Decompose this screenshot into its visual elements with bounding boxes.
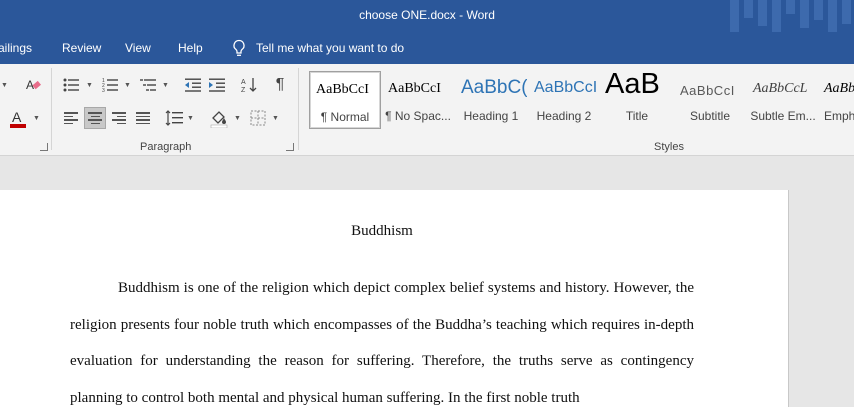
borders-icon[interactable] (248, 108, 268, 128)
svg-text:3: 3 (102, 88, 105, 92)
style-subtitle[interactable]: AaBbCcI Subtitle (674, 71, 746, 129)
chevron-down-icon[interactable]: ▼ (33, 115, 40, 122)
align-center-icon[interactable] (84, 107, 106, 129)
show-formatting-marks-icon[interactable]: ¶ (271, 76, 289, 94)
paragraph-dialog-launcher-icon[interactable] (286, 143, 294, 151)
style-subtle-emphasis[interactable]: AaBbCcL Subtle Em... (747, 71, 819, 129)
tab-mailings[interactable]: ailings (0, 41, 32, 55)
tab-help[interactable]: Help (178, 41, 203, 55)
chevron-down-icon[interactable]: ▼ (162, 82, 169, 89)
title-bar: choose ONE.docx - Word (0, 0, 854, 32)
styles-group-label: Styles (654, 141, 684, 153)
chevron-down-icon[interactable]: ▼ (86, 82, 93, 89)
decrease-indent-icon[interactable] (184, 77, 202, 93)
style-normal[interactable]: AaBbCcI ¶ Normal (309, 71, 381, 129)
style-no-spacing[interactable]: AaBbCcI ¶ No Spac... (382, 71, 454, 129)
document-heading: Buddhism (351, 223, 413, 239)
shading-icon[interactable] (208, 107, 230, 129)
ribbon: ▼ A A ▼ ▼ 123 ▼ ▼ AZ ¶ ▼ ▼ ▼ Paragraph A… (0, 64, 854, 156)
chevron-down-icon[interactable]: ▼ (234, 115, 241, 122)
document-page[interactable]: Buddhism Buddhism is one of the religion… (0, 190, 789, 407)
tell-me-search[interactable]: Tell me what you want to do (231, 39, 404, 57)
tab-view[interactable]: View (125, 41, 151, 55)
chevron-down-icon[interactable]: ▼ (1, 82, 8, 89)
document-area: Buddhism Buddhism is one of the religion… (0, 157, 854, 407)
title-bar-pattern (724, 0, 854, 32)
svg-text:Z: Z (241, 87, 246, 93)
style-heading-1[interactable]: AaBbC( Heading 1 (455, 71, 527, 129)
paragraph-group-label: Paragraph (140, 141, 192, 153)
increase-indent-icon[interactable] (208, 77, 226, 93)
justify-icon[interactable] (133, 108, 153, 128)
lightbulb-icon (233, 39, 245, 56)
align-right-icon[interactable] (109, 108, 129, 128)
svg-text:A: A (12, 109, 22, 125)
tab-review[interactable]: Review (62, 41, 101, 55)
clear-formatting-icon[interactable]: A (24, 76, 42, 94)
align-left-icon[interactable] (61, 108, 81, 128)
tell-me-text: Tell me what you want to do (256, 41, 405, 55)
svg-text:A: A (26, 78, 34, 92)
chevron-down-icon[interactable]: ▼ (124, 82, 131, 89)
style-heading-2[interactable]: AaBbCcI Heading 2 (528, 71, 600, 129)
chevron-down-icon[interactable]: ▼ (187, 115, 194, 122)
font-color-icon[interactable]: A (8, 108, 28, 130)
styles-gallery: AaBbCcI ¶ Normal AaBbCcI ¶ No Spac... Aa… (309, 71, 854, 131)
line-spacing-icon[interactable] (164, 108, 184, 128)
svg-text:A: A (241, 79, 246, 86)
ribbon-tabs: ailings Review View Help Tell me what yo… (0, 32, 854, 64)
chevron-down-icon[interactable]: ▼ (272, 115, 279, 122)
document-paragraph: Buddhism is one of the religion which de… (70, 280, 694, 406)
style-emphasis[interactable]: AaBb Emph (820, 71, 854, 129)
sort-icon[interactable]: AZ (240, 76, 258, 94)
style-title[interactable]: AaB Title (601, 71, 673, 129)
bullets-icon[interactable] (62, 77, 80, 93)
multilevel-list-icon[interactable] (139, 77, 157, 93)
numbering-icon[interactable]: 123 (101, 77, 119, 93)
font-dialog-launcher-icon[interactable] (40, 143, 48, 151)
